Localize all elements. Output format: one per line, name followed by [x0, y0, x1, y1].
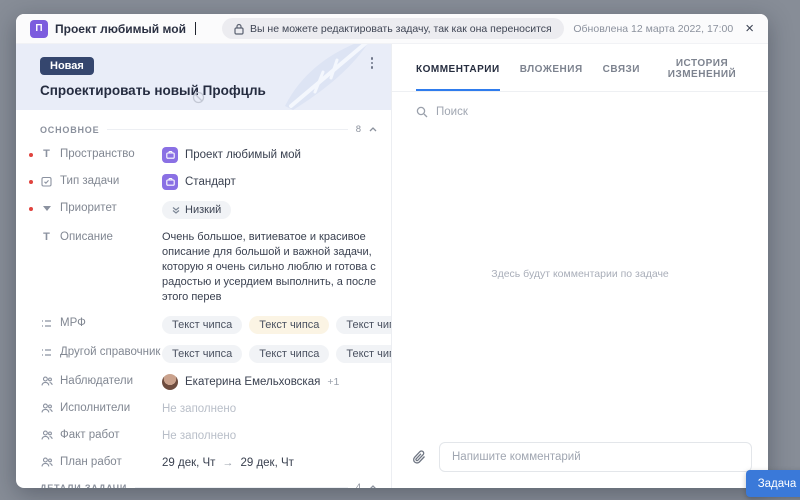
- field-row-type[interactable]: Тип задачи Стандарт: [40, 174, 377, 190]
- text-caret: [195, 22, 196, 35]
- field-row-description[interactable]: T Описание Очень большое, витиеватое и к…: [40, 230, 377, 305]
- field-label: Описание: [60, 231, 113, 243]
- field-value: Стандарт: [185, 176, 236, 188]
- paperclip-icon[interactable]: [412, 449, 427, 466]
- more-count[interactable]: +1: [327, 376, 339, 388]
- chevron-up-icon[interactable]: [369, 485, 377, 488]
- plan-end-date[interactable]: 29 дек, Чт: [240, 457, 293, 469]
- fields-list: ОСНОВНОЕ 8 T Пространство: [16, 110, 391, 488]
- comment-input[interactable]: [439, 442, 752, 472]
- watcher-name: Екатерина Емельховская: [185, 376, 320, 388]
- search-icon: [416, 106, 428, 118]
- tab-attachments[interactable]: ВЛОЖЕНИЯ: [520, 58, 583, 91]
- required-dot: [29, 207, 33, 211]
- section-main-count: 8: [356, 124, 361, 135]
- field-value: Проект любимый мой: [185, 149, 301, 161]
- section-main-title: ОСНОВНОЕ: [40, 125, 99, 135]
- no-edit-icon: [192, 91, 205, 104]
- empty-value: Не заполнено: [162, 403, 236, 415]
- field-label: Наблюдатели: [60, 375, 133, 387]
- task-type-icon: [40, 176, 53, 187]
- task-header: Новая Спроектировать новый Профцль: [16, 44, 391, 110]
- list-icon: [40, 319, 53, 328]
- close-button[interactable]: ×: [745, 21, 754, 36]
- field-label: МРФ: [60, 317, 86, 329]
- search-input[interactable]: [436, 106, 744, 118]
- field-row-other-ref[interactable]: Другой справочник Текст чипса Текст чипс…: [40, 345, 377, 363]
- field-row-mrf[interactable]: МРФ Текст чипса Текст чипса Текст чипса: [40, 316, 377, 334]
- field-label: Приоритет: [60, 202, 117, 214]
- status-badge[interactable]: Новая: [40, 57, 94, 75]
- lock-icon: [234, 23, 244, 35]
- field-label: Другой справочник: [60, 346, 160, 359]
- tab-links[interactable]: СВЯЗИ: [603, 58, 640, 91]
- people-icon: [40, 457, 53, 467]
- screen: П Проект любимый мой Вы не можете редакт…: [0, 0, 800, 500]
- readonly-notice-text: Вы не можете редактировать задачу, так к…: [250, 23, 552, 35]
- plan-start-date[interactable]: 29 дек, Чт: [162, 457, 215, 469]
- caret-down-icon: [40, 206, 53, 211]
- task-button[interactable]: Задача: [746, 470, 800, 497]
- project-icon: П: [30, 20, 48, 38]
- field-row-plan[interactable]: План работ 29 дек, Чт → 29 дек, Чт: [40, 455, 377, 471]
- chevron-up-icon[interactable]: [369, 127, 377, 132]
- project-name-field[interactable]: П Проект любимый мой: [30, 20, 196, 38]
- field-row-space[interactable]: T Пространство Проект любимый мой: [40, 147, 377, 163]
- modal-topbar: П Проект любимый мой Вы не можете редакт…: [16, 14, 768, 44]
- field-label: Пространство: [60, 148, 135, 160]
- section-details-count: 4: [356, 482, 361, 488]
- empty-state-text: Здесь будут комментарии по задаче: [491, 268, 669, 280]
- updated-timestamp: Обновлена 12 марта 2022, 17:00: [573, 23, 733, 35]
- text-type-icon: T: [40, 148, 53, 160]
- project-title: Проект любимый мой: [55, 22, 186, 36]
- priority-lowest-icon: [172, 206, 180, 214]
- section-details-title: ДЕТАЛИ ЗАДАЧИ: [40, 483, 127, 489]
- field-label: Исполнители: [60, 402, 130, 414]
- priority-value: Низкий: [185, 204, 221, 216]
- tab-history[interactable]: ИСТОРИЯ ИЗМЕНЕНИЙ: [660, 58, 744, 91]
- feather-illustration: [263, 44, 373, 110]
- section-details: ДЕТАЛИ ЗАДАЧИ 4: [40, 482, 377, 488]
- chip[interactable]: Текст чипса: [249, 345, 329, 363]
- field-row-assignees[interactable]: Исполнители Не заполнено: [40, 401, 377, 417]
- avatar: [162, 374, 178, 390]
- space-icon: [162, 147, 178, 163]
- empty-value: Не заполнено: [162, 430, 236, 442]
- list-icon: [40, 348, 53, 357]
- chip[interactable]: Текст чипса: [162, 345, 242, 363]
- field-row-fact[interactable]: Факт работ Не заполнено: [40, 428, 377, 444]
- tab-bar: КОММЕНТАРИИ ВЛОЖЕНИЯ СВЯЗИ ИСТОРИЯ ИЗМЕН…: [392, 44, 768, 92]
- arrow-right-icon: →: [222, 457, 233, 469]
- readonly-notice: Вы не можете редактировать задачу, так к…: [222, 18, 564, 39]
- priority-chip[interactable]: Низкий: [162, 201, 231, 219]
- people-icon: [40, 403, 53, 413]
- people-icon: [40, 376, 53, 386]
- comments-empty-state: Здесь будут комментарии по задаче: [392, 118, 768, 430]
- type-icon: [162, 174, 178, 190]
- field-row-priority[interactable]: Приоритет Низкий: [40, 201, 377, 219]
- chip[interactable]: Текст чипса: [162, 316, 242, 334]
- tab-comments[interactable]: КОММЕНТАРИИ: [416, 58, 500, 91]
- field-label: Факт работ: [60, 429, 120, 441]
- section-main: ОСНОВНОЕ 8: [40, 124, 377, 135]
- required-dot: [29, 153, 33, 157]
- task-details-panel: Новая Спроектировать новый Профцль ОСНОВ…: [16, 44, 392, 488]
- description-text: Очень большое, витиеватое и красивое опи…: [162, 230, 377, 305]
- field-label: План работ: [60, 456, 122, 468]
- chip[interactable]: Текст чипса: [336, 345, 392, 363]
- people-icon: [40, 430, 53, 440]
- field-label: Тип задачи: [60, 175, 119, 187]
- field-row-watchers[interactable]: Наблюдатели Екатерина Емельховская +1: [40, 374, 377, 390]
- task-modal: П Проект любимый мой Вы не можете редакт…: [16, 14, 768, 488]
- more-menu-button[interactable]: [365, 54, 379, 72]
- required-dot: [29, 180, 33, 184]
- chip[interactable]: Текст чипса: [249, 316, 329, 334]
- comment-composer: [392, 430, 768, 488]
- chip[interactable]: Текст чипса: [336, 316, 392, 334]
- text-type-icon: T: [40, 231, 53, 243]
- comments-panel: КОММЕНТАРИИ ВЛОЖЕНИЯ СВЯЗИ ИСТОРИЯ ИЗМЕН…: [392, 44, 768, 488]
- comments-search[interactable]: [392, 92, 768, 118]
